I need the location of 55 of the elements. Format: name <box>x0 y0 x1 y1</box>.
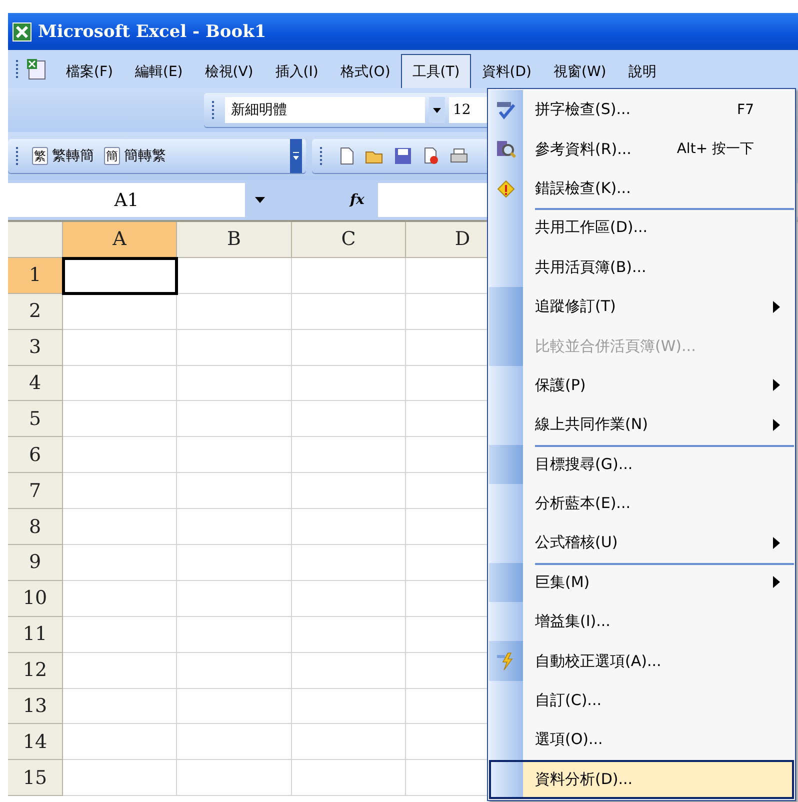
menu-item[interactable]: 說明 <box>617 54 668 88</box>
row-header[interactable]: 13 <box>8 688 63 724</box>
font-field[interactable]: 新細明體 <box>225 97 425 123</box>
row-header[interactable]: 10 <box>8 580 63 617</box>
menu-item[interactable]: 編輯(E) <box>124 54 194 88</box>
column-header[interactable]: A <box>63 222 177 258</box>
row-header[interactable]: 3 <box>8 330 63 366</box>
menu-item[interactable]: 資料(D) <box>470 54 542 88</box>
menu-option[interactable]: 增益集(I)... <box>489 602 794 642</box>
menu-option[interactable]: 線上共同作業(N) <box>489 405 794 445</box>
menu-option[interactable]: 自訂(C)... <box>489 680 794 720</box>
menu-option[interactable]: 參考資料(R)... Alt+ 按一下 <box>489 129 794 169</box>
row-header[interactable]: 4 <box>8 366 63 402</box>
menu-option[interactable]: 分析藍本(E)... <box>489 484 794 524</box>
menu-option[interactable]: 自動校正選項(A)... <box>489 641 794 681</box>
menu-option[interactable]: 公式稽核(U) <box>489 523 794 563</box>
row-header[interactable]: 6 <box>8 437 63 474</box>
menu-option[interactable]: 資料分析(D)... <box>489 760 794 800</box>
menu-item[interactable]: 格式(O) <box>329 54 402 88</box>
name-box[interactable]: A1 <box>8 183 245 217</box>
conversion-glyph: 繁 <box>32 147 48 165</box>
row-header[interactable]: 7 <box>8 473 63 510</box>
menu-option[interactable]: 選項(O)... <box>489 720 794 760</box>
row-header[interactable]: 8 <box>8 509 63 546</box>
row-header[interactable]: 14 <box>8 724 63 760</box>
menu-option[interactable]: 目標搜尋(G)... <box>489 444 794 484</box>
conversion-label: 繁轉簡 <box>52 147 94 165</box>
menu-item[interactable]: 插入(I) <box>264 54 330 88</box>
menu-option[interactable]: 巨集(M) <box>489 562 794 602</box>
shortcut-text: Alt+ 按一下 <box>676 140 754 158</box>
menu-item[interactable]: 檢視(V) <box>194 54 264 88</box>
row-header[interactable]: 5 <box>8 401 63 438</box>
row-header[interactable]: 11 <box>8 616 63 653</box>
font-size-field[interactable]: 12 <box>449 97 489 123</box>
conversion-button[interactable]: 繁 繁轉簡 <box>29 147 97 165</box>
column-header[interactable]: C <box>292 222 406 258</box>
conversion-glyph: 簡 <box>104 147 120 165</box>
function-label[interactable]: fx <box>350 192 370 208</box>
window-title: Microsoft Excel - Book1 <box>38 22 266 42</box>
menu-option[interactable]: 拼字檢查(S)... F7 <box>489 90 794 130</box>
conversion-label: 簡轉繁 <box>124 147 166 165</box>
menu-option[interactable]: 保護(P) <box>489 366 794 406</box>
row-header[interactable]: 2 <box>8 294 63 330</box>
menu-option[interactable]: 錯誤檢查(K)... <box>489 168 794 208</box>
column-header[interactable]: B <box>177 222 292 258</box>
menu-option[interactable]: 追蹤修訂(T) <box>489 286 794 326</box>
row-header[interactable]: 1 <box>8 258 63 294</box>
menu-item[interactable]: 檔案(F) <box>55 54 124 88</box>
row-header[interactable]: 9 <box>8 545 63 581</box>
menu-item[interactable]: 視窗(W) <box>542 54 618 88</box>
menu-item[interactable]: 工具(T) <box>401 54 471 88</box>
row-header[interactable]: 15 <box>8 760 63 796</box>
shortcut-text: F7 <box>737 102 754 118</box>
conversion-button[interactable]: 簡 簡轉繁 <box>101 147 169 165</box>
row-header[interactable]: 12 <box>8 652 63 689</box>
